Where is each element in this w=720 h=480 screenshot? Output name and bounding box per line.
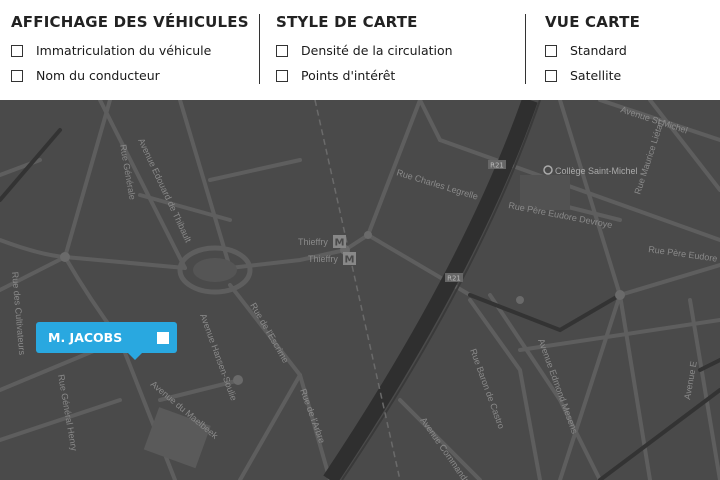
separator bbox=[259, 14, 260, 84]
map-options-panel: AFFICHAGE DES VÉHICULES Immatriculation … bbox=[0, 0, 720, 100]
checkbox-standard[interactable] bbox=[545, 44, 557, 57]
svg-text:R21: R21 bbox=[447, 275, 461, 283]
map-style-title: STYLE DE CARTE bbox=[276, 13, 418, 31]
checkbox-vehicle-plate[interactable] bbox=[11, 44, 23, 57]
svg-text:R21: R21 bbox=[490, 162, 504, 170]
option-satellite[interactable]: Satellite bbox=[545, 67, 640, 84]
svg-text:Collège Saint-Michel: Collège Saint-Michel bbox=[555, 166, 638, 176]
vehicle-display-group: AFFICHAGE DES VÉHICULES Immatriculation … bbox=[11, 12, 249, 92]
vehicle-marker-pointer bbox=[128, 353, 142, 360]
option-vehicle-plate[interactable]: Immatriculation du véhicule bbox=[11, 42, 249, 59]
vehicle-marker[interactable]: M. JACOBS bbox=[36, 322, 177, 360]
option-label: Standard bbox=[570, 43, 627, 58]
option-traffic-density[interactable]: Densité de la circulation bbox=[276, 42, 453, 59]
map-style-group: STYLE DE CARTE Densité de la circulation… bbox=[276, 12, 453, 92]
metro-icon-1: M bbox=[335, 238, 345, 249]
option-label: Nom du conducteur bbox=[36, 68, 160, 83]
option-label: Satellite bbox=[570, 68, 622, 83]
map-view[interactable]: M M R21 R21 Rue Générale Avenue Edouard … bbox=[0, 100, 720, 480]
metro-icon-2: M bbox=[345, 255, 355, 266]
checkbox-driver-name[interactable] bbox=[11, 69, 23, 82]
option-points-of-interest[interactable]: Points d'intérêt bbox=[276, 67, 453, 84]
option-label: Densité de la circulation bbox=[301, 43, 453, 58]
option-label: Immatriculation du véhicule bbox=[36, 43, 212, 58]
checkbox-satellite[interactable] bbox=[545, 69, 557, 82]
option-standard[interactable]: Standard bbox=[545, 42, 640, 59]
vehicle-marker-label: M. JACOBS bbox=[48, 330, 123, 345]
checkbox-traffic-density[interactable] bbox=[276, 44, 288, 57]
map-view-title: VUE CARTE bbox=[545, 13, 641, 31]
option-driver-name[interactable]: Nom du conducteur bbox=[11, 67, 249, 84]
svg-text:Thieffry: Thieffry bbox=[298, 237, 328, 247]
checkbox-points-of-interest[interactable] bbox=[276, 69, 288, 82]
map-canvas[interactable]: M M R21 R21 Rue Générale Avenue Edouard … bbox=[0, 100, 720, 480]
map-view-group: VUE CARTE Standard Satellite bbox=[545, 12, 640, 92]
svg-text:Thieffry: Thieffry bbox=[308, 254, 338, 264]
vehicle-marker-square-icon bbox=[157, 332, 169, 344]
separator bbox=[525, 14, 526, 84]
option-label: Points d'intérêt bbox=[301, 68, 396, 83]
vehicle-display-title: AFFICHAGE DES VÉHICULES bbox=[11, 13, 249, 31]
